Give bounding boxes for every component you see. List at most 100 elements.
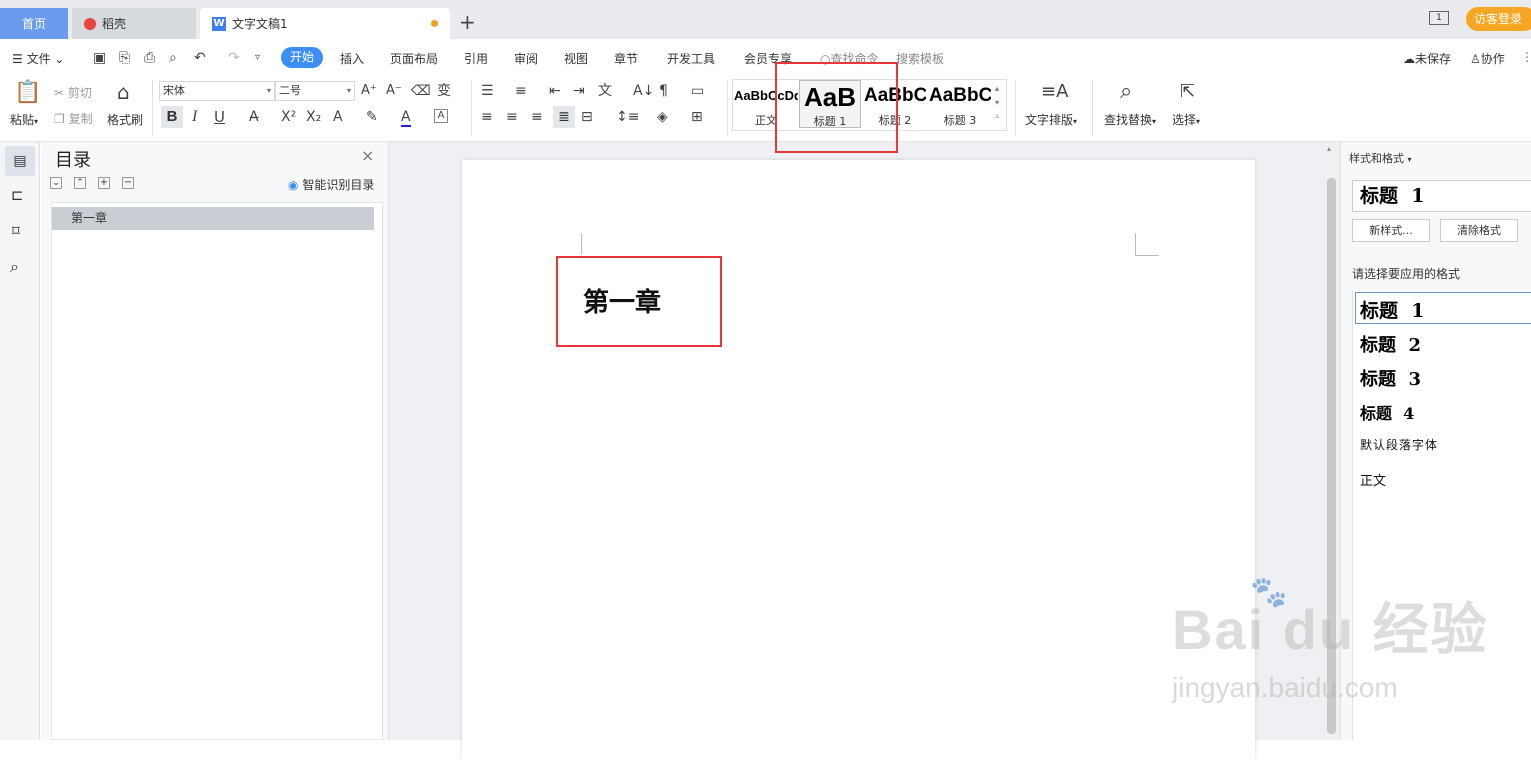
redo-icon[interactable]: ↷ — [228, 50, 240, 66]
menu-item-page-layout[interactable]: 页面布局 — [390, 50, 438, 67]
text-layout-icon[interactable]: ≡A — [1041, 82, 1068, 102]
menu-item-start[interactable]: 开始 — [281, 47, 323, 68]
justify-icon[interactable]: ≣ — [553, 106, 575, 128]
underline-button[interactable]: U — [214, 109, 225, 125]
strikethrough-icon[interactable]: A̶ — [249, 109, 259, 125]
new-style-button[interactable]: 新样式... — [1352, 219, 1430, 242]
style-heading3[interactable]: AaBbC 标题 3 — [929, 80, 991, 128]
menu-item-view[interactable]: 视图 — [564, 50, 588, 67]
chapter-nav-icon[interactable]: ⊏ — [11, 186, 24, 204]
collaborate-button[interactable]: ♙协作 — [1470, 50, 1505, 67]
style-list-item[interactable]: 默认段落字体 — [1360, 436, 1438, 453]
undo-icon[interactable]: ↶ — [194, 50, 206, 66]
decrease-indent-icon[interactable]: ⇤ — [549, 83, 561, 99]
border-icon[interactable]: ⊞ — [691, 109, 703, 125]
grow-font-icon[interactable]: A⁺ — [361, 83, 377, 99]
paste-icon[interactable]: 📋 — [14, 82, 41, 104]
superscript-icon[interactable]: X² — [281, 109, 296, 125]
print-icon[interactable]: ⎙ — [144, 50, 155, 66]
format-painter-icon[interactable]: ⌂ — [117, 82, 130, 102]
clear-format-icon[interactable]: ⌫ — [411, 83, 431, 99]
style-gallery-scroll-icon[interactable]: ▴ ▾ ⩡ — [995, 82, 1000, 124]
tab-docer[interactable]: 稻壳 — [72, 8, 196, 39]
login-button[interactable]: 访客登录 — [1466, 7, 1531, 31]
char-border-icon[interactable]: A — [434, 109, 448, 123]
export-icon[interactable]: ⎘ — [119, 50, 130, 66]
current-style-field[interactable]: 标题 1 — [1352, 180, 1531, 212]
font-size-value: 二号 — [279, 84, 301, 97]
copy-button[interactable]: ❐ 复制 — [54, 110, 93, 127]
styles-panel-title[interactable]: 样式和格式 ▾ — [1349, 150, 1412, 166]
style-list-item[interactable]: 标题 1 — [1360, 296, 1424, 323]
font-color-icon[interactable]: A — [401, 109, 411, 127]
style-list-item[interactable]: 标题 2 — [1360, 331, 1421, 357]
menu-item-reference[interactable]: 引用 — [464, 50, 488, 67]
italic-button[interactable]: I — [192, 109, 197, 125]
search-icon[interactable]: ⌕ — [10, 257, 19, 277]
menu-item-insert[interactable]: 插入 — [340, 50, 364, 67]
toc-item[interactable]: 第一章 — [52, 207, 374, 230]
menu-item-review[interactable]: 审阅 — [514, 50, 538, 67]
text-layout-button[interactable]: 文字排版▾ — [1025, 111, 1077, 128]
distributed-icon[interactable]: ⊟ — [581, 109, 593, 125]
subscript-icon[interactable]: X₂ — [306, 109, 321, 125]
unsaved-status[interactable]: ☁未保存 — [1403, 50, 1451, 67]
more-dropdown-icon[interactable]: ▿ — [255, 50, 260, 66]
save-icon[interactable]: ▣ — [93, 50, 106, 66]
numbered-list-icon[interactable]: ≡ — [515, 83, 527, 99]
shrink-font-icon[interactable]: A⁻ — [386, 83, 402, 99]
sort-icon[interactable]: A↓ — [633, 83, 654, 99]
cursor-icon[interactable]: ⇱ — [1180, 82, 1195, 102]
bookmark-icon[interactable]: ⌑ — [12, 222, 20, 240]
magnifier-icon[interactable]: ⌕ — [1120, 81, 1132, 103]
menu-item-developer[interactable]: 开发工具 — [667, 50, 715, 67]
expand-all-icon[interactable]: ⌃ — [74, 177, 86, 189]
shading-icon[interactable]: ◈ — [657, 109, 668, 125]
document-page[interactable]: 第一章 — [462, 160, 1255, 760]
close-icon[interactable]: × — [361, 146, 374, 165]
toc-panel-icon[interactable]: ▤ — [5, 146, 35, 176]
format-painter-button[interactable]: 格式刷 — [107, 111, 143, 128]
table-grid-icon[interactable]: ▭ — [691, 83, 704, 99]
annotation-box-heading1 — [775, 62, 898, 153]
smart-toc-button[interactable]: ◉ 智能识别目录 — [288, 176, 374, 193]
demote-level-icon[interactable]: − — [122, 177, 134, 189]
style-list-item[interactable]: 标题 3 — [1360, 365, 1421, 391]
align-right-icon[interactable]: ≡ — [531, 109, 543, 125]
paste-button[interactable]: 粘贴▾ — [10, 111, 38, 128]
new-tab-button[interactable]: + — [459, 12, 476, 32]
font-name-select[interactable]: 宋体 ▾ — [159, 81, 275, 101]
tab-document[interactable]: W 文字文稿1 — [200, 8, 450, 39]
find-replace-button[interactable]: 查找替换▾ — [1104, 111, 1156, 128]
cut-button[interactable]: ✂ 剪切 — [54, 84, 92, 101]
more-icon[interactable]: ⋮ — [1521, 50, 1531, 64]
styles-panel-title-label: 样式和格式 — [1349, 152, 1404, 165]
select-button[interactable]: 选择▾ — [1172, 111, 1200, 128]
text-effect-icon[interactable]: A — [333, 109, 343, 125]
increase-indent-icon[interactable]: ⇥ — [573, 83, 585, 99]
highlight-icon[interactable]: ✎ — [366, 109, 378, 125]
align-center-icon[interactable]: ≡ — [506, 109, 518, 125]
chinese-layout-icon[interactable]: 文 — [598, 83, 612, 99]
font-size-select[interactable]: 二号 ▾ — [275, 81, 355, 101]
menu-item-chapter[interactable]: 章节 — [614, 50, 638, 67]
promote-level-icon[interactable]: + — [98, 177, 110, 189]
search-template[interactable]: 搜索模板 — [896, 50, 944, 67]
window-count-icon[interactable]: 1 — [1429, 11, 1449, 25]
clear-format-button[interactable]: 清除格式 — [1440, 219, 1518, 242]
style-list-item[interactable]: 标题 4 — [1360, 400, 1414, 424]
collaborate-label: 协作 — [1480, 52, 1505, 66]
show-marks-icon[interactable]: ¶ — [659, 83, 668, 99]
bullet-list-icon[interactable]: ☰ — [481, 83, 494, 99]
file-menu[interactable]: ☰ 文件 ⌄ — [12, 50, 64, 67]
line-spacing-icon[interactable]: ↕≡ — [616, 109, 639, 125]
print-preview-icon[interactable]: ⌕ — [169, 50, 177, 66]
bold-button[interactable]: B — [161, 106, 183, 128]
scroll-up-icon[interactable]: ▴ — [1327, 144, 1331, 153]
tab-docer-label: 稻壳 — [102, 17, 127, 31]
style-list-item[interactable]: 正文 — [1360, 470, 1386, 489]
phonetic-icon[interactable]: 变 — [437, 83, 451, 99]
tab-home[interactable]: 首页 — [0, 8, 68, 39]
collapse-all-icon[interactable]: ⌄ — [50, 177, 62, 189]
align-left-icon[interactable]: ≡ — [481, 109, 493, 125]
